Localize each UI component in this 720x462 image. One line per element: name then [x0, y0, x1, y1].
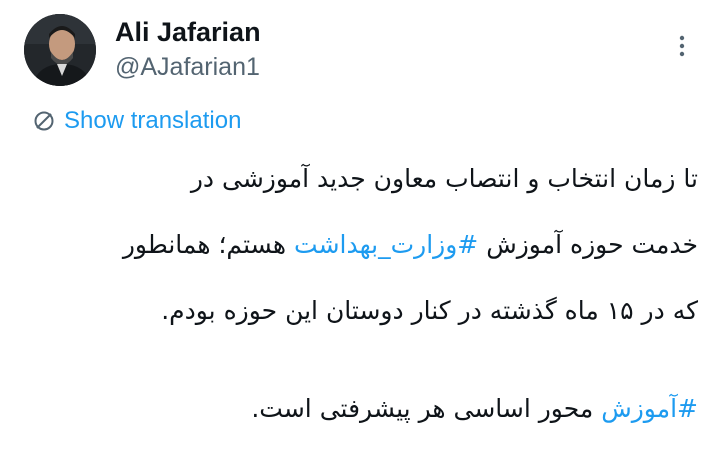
author-display-name[interactable]: Ali Jafarian [115, 16, 261, 48]
more-vertical-icon [679, 35, 685, 57]
tweet-text-segment: هستم؛ همانطور [122, 230, 295, 259]
tweet-text-segment: که در ۱۵ ماه گذشته در کنار دوستان این حو… [161, 296, 698, 325]
tweet-text-line: که در ۱۵ ماه گذشته در کنار دوستان این حو… [161, 282, 698, 340]
tweet-text-line: خدمت حوزه آموزش #وزارت_بهداشت هستم؛ همان… [123, 216, 698, 274]
more-options-button[interactable] [664, 28, 700, 64]
avatar-image [24, 14, 96, 86]
author-handle[interactable]: @AJafarian1 [115, 52, 260, 82]
tweet-text-line: تا زمان انتخاب و انتصاب معاون جدید آموزش… [191, 150, 698, 208]
show-translation-button[interactable]: Show translation [32, 106, 241, 136]
tweet-text-segment: تا زمان انتخاب و انتصاب معاون جدید آموزش… [190, 164, 698, 193]
tweet-text-line: #آموزش محور اساسی هر پیشرفتی است. [251, 380, 698, 438]
show-translation-label: Show translation [64, 107, 242, 134]
globe-icon [32, 109, 56, 133]
hashtag-link[interactable]: #آموزش [601, 394, 698, 423]
avatar[interactable] [24, 14, 96, 86]
tweet-text-segment: خدمت حوزه آموزش [478, 230, 698, 259]
tweet-text-segment: محور اساسی هر پیشرفتی است. [251, 394, 602, 423]
tweet-header: Ali Jafarian @AJafarian1 [0, 0, 720, 100]
hashtag-link[interactable]: #وزارت_بهداشت [294, 230, 478, 259]
